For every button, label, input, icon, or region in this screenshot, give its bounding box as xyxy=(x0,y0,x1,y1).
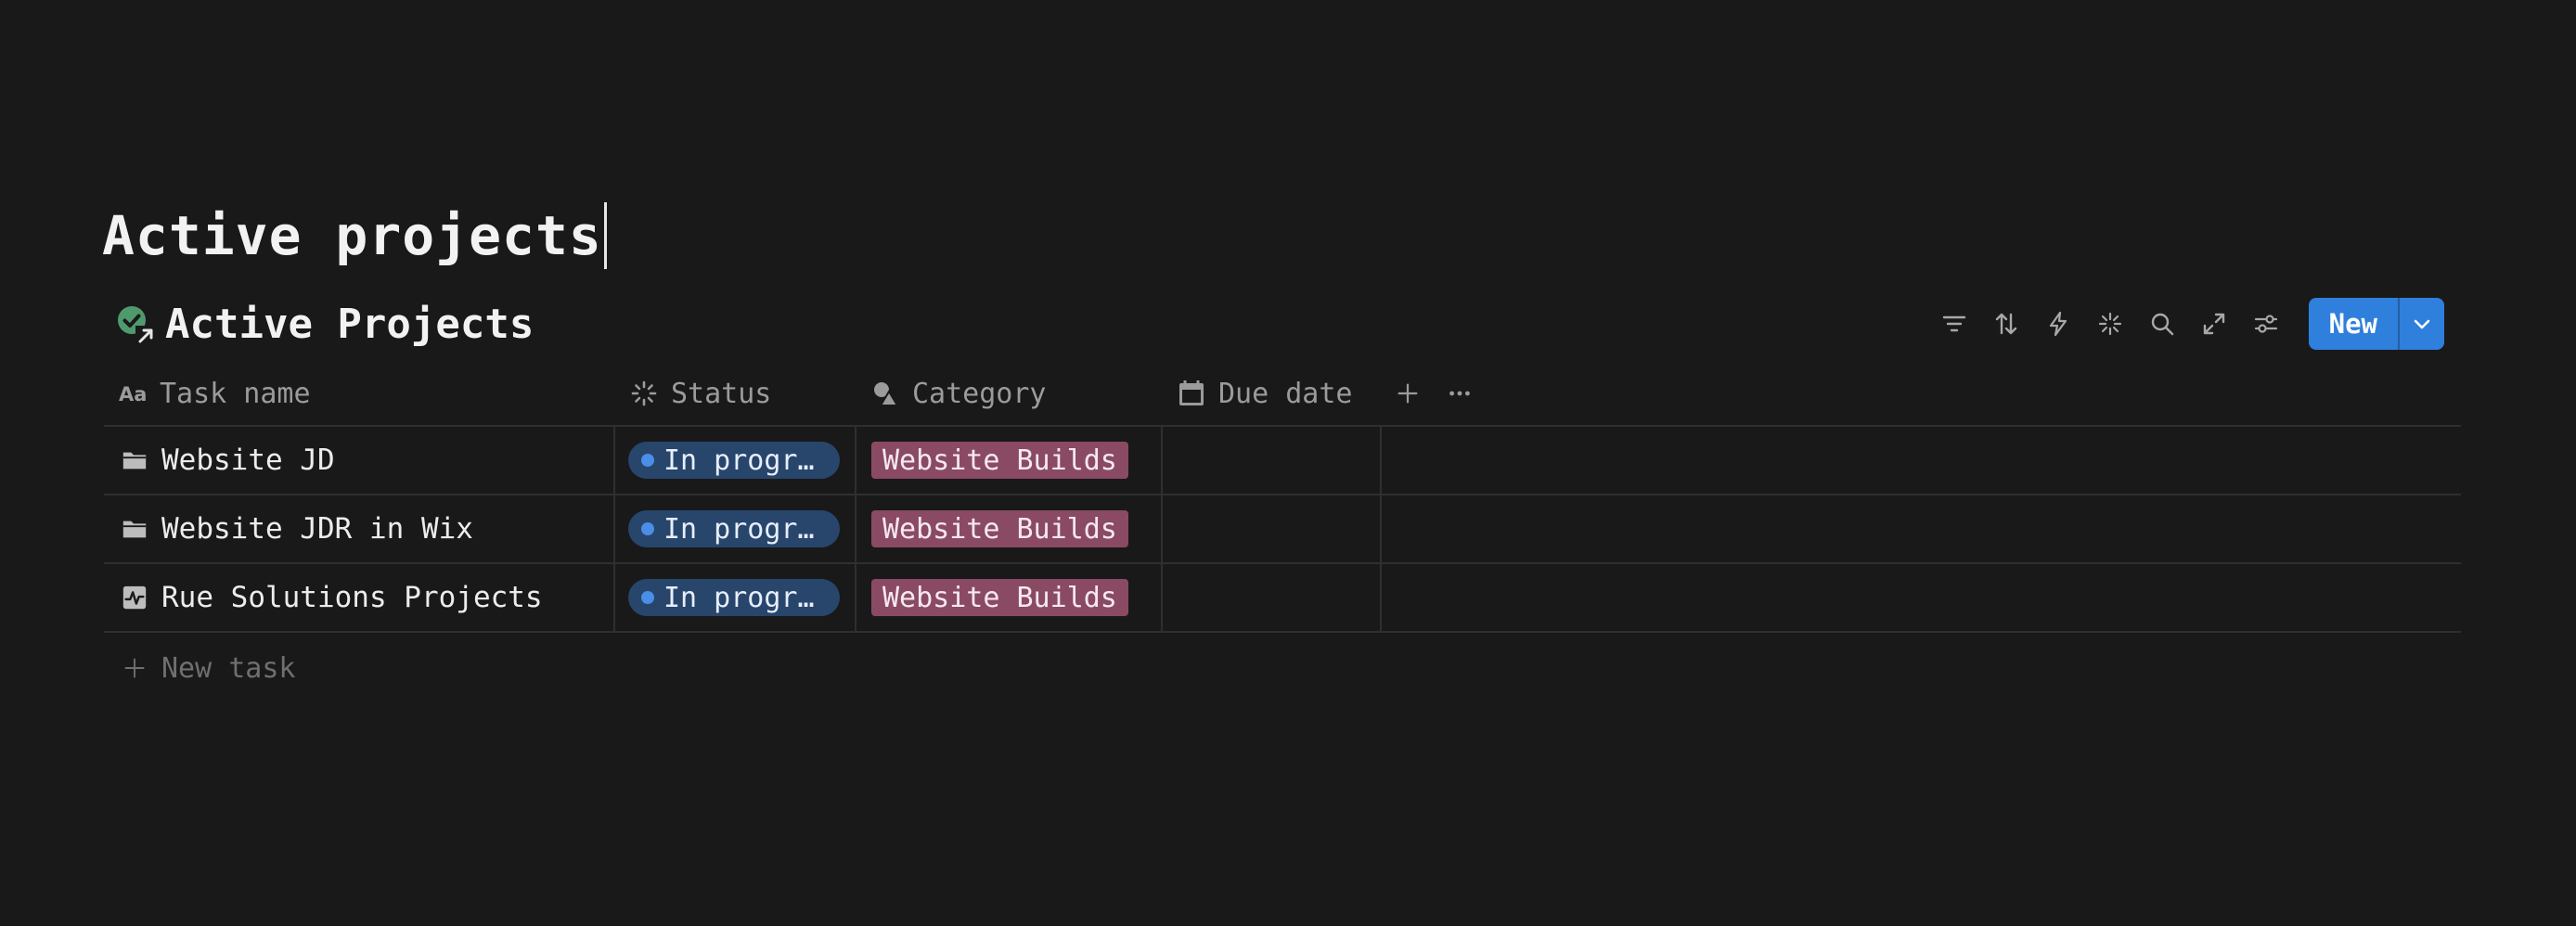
task-name[interactable]: Website JD xyxy=(161,444,335,477)
task-name-cell[interactable]: Website JD xyxy=(104,427,615,494)
status-cell[interactable]: In progr… xyxy=(615,495,857,562)
expand-icon[interactable] xyxy=(2188,298,2240,350)
category-cell[interactable]: Website Builds xyxy=(857,427,1163,494)
column-header-task-name[interactable]: Aa Task name xyxy=(104,362,615,425)
column-header-label: Task name xyxy=(160,377,311,410)
column-header-status[interactable]: Status xyxy=(615,362,857,425)
notion-page: Active projects Active Projects New Aa T… xyxy=(0,0,2576,926)
header-actions xyxy=(1382,362,1486,425)
lightning-icon[interactable] xyxy=(2032,298,2084,350)
status-cell[interactable]: In progr… xyxy=(615,564,857,631)
check-circle-link-icon xyxy=(109,298,161,350)
new-task-label: New task xyxy=(161,651,296,685)
status-dot-icon xyxy=(641,591,654,604)
plus-icon xyxy=(119,652,150,684)
calendar-icon xyxy=(1176,378,1207,409)
more-options-icon[interactable] xyxy=(1434,367,1486,419)
status-label: In progr… xyxy=(663,444,815,477)
settings-sliders-icon[interactable] xyxy=(2240,298,2292,350)
status-dot-icon xyxy=(641,522,654,535)
svg-text:Aa: Aa xyxy=(119,383,147,405)
status-pill[interactable]: In progr… xyxy=(628,579,840,616)
task-name-cell[interactable]: Website JDR in Wix xyxy=(104,495,615,562)
status-dot-icon xyxy=(641,454,654,467)
shapes-icon xyxy=(869,378,901,409)
table-row[interactable]: Website JD In progr… Website Builds xyxy=(104,427,2461,495)
filter-icon[interactable] xyxy=(1928,298,1980,350)
due-date-cell[interactable] xyxy=(1163,564,1382,631)
activity-chart-icon xyxy=(119,582,150,613)
column-header-label: Status xyxy=(671,377,772,410)
column-header-due-date[interactable]: Due date xyxy=(1163,362,1382,425)
new-button-group: New xyxy=(2308,298,2444,350)
tasks-table: Aa Task name Status Category Due date We… xyxy=(104,362,2461,703)
table-row[interactable]: Rue Solutions Projects In progr… Website… xyxy=(104,564,2461,633)
folder-icon xyxy=(119,444,150,476)
status-label: In progr… xyxy=(663,512,815,546)
status-cell[interactable]: In progr… xyxy=(615,427,857,494)
sparkle-icon[interactable] xyxy=(2084,298,2136,350)
column-header-label: Category xyxy=(912,377,1047,410)
task-name[interactable]: Rue Solutions Projects xyxy=(161,581,543,614)
status-pill[interactable]: In progr… xyxy=(628,510,840,547)
text-caret xyxy=(603,202,607,269)
new-button[interactable]: New xyxy=(2309,298,2398,350)
due-date-cell[interactable] xyxy=(1163,495,1382,562)
table-row[interactable]: Website JDR in Wix In progr… Website Bui… xyxy=(104,495,2461,564)
column-header-category[interactable]: Category xyxy=(857,362,1163,425)
category-cell[interactable]: Website Builds xyxy=(857,564,1163,631)
status-spinner-icon xyxy=(628,378,660,409)
category-tag[interactable]: Website Builds xyxy=(871,442,1128,479)
database-header: Active Projects New xyxy=(102,295,2459,353)
status-pill[interactable]: In progr… xyxy=(628,442,840,479)
database-title[interactable]: Active Projects xyxy=(165,301,534,348)
text-aa-icon: Aa xyxy=(117,378,148,409)
folder-icon xyxy=(119,513,150,545)
sort-icon[interactable] xyxy=(1980,298,2032,350)
category-tag[interactable]: Website Builds xyxy=(871,510,1128,547)
page-title[interactable]: Active projects xyxy=(102,199,607,273)
chevron-down-icon[interactable] xyxy=(2398,298,2444,350)
search-icon[interactable] xyxy=(2136,298,2188,350)
new-task-button[interactable]: New task xyxy=(104,633,2461,703)
database-toolbar: New xyxy=(1928,297,2444,351)
task-name[interactable]: Website JDR in Wix xyxy=(161,512,473,546)
table-header-row: Aa Task name Status Category Due date xyxy=(104,362,2461,427)
column-header-label: Due date xyxy=(1218,377,1353,410)
status-label: In progr… xyxy=(663,581,815,614)
category-tag[interactable]: Website Builds xyxy=(871,579,1128,616)
task-name-cell[interactable]: Rue Solutions Projects xyxy=(104,564,615,631)
due-date-cell[interactable] xyxy=(1163,427,1382,494)
page-title-text[interactable]: Active projects xyxy=(102,204,602,267)
add-property-plus-icon[interactable] xyxy=(1382,367,1434,419)
category-cell[interactable]: Website Builds xyxy=(857,495,1163,562)
